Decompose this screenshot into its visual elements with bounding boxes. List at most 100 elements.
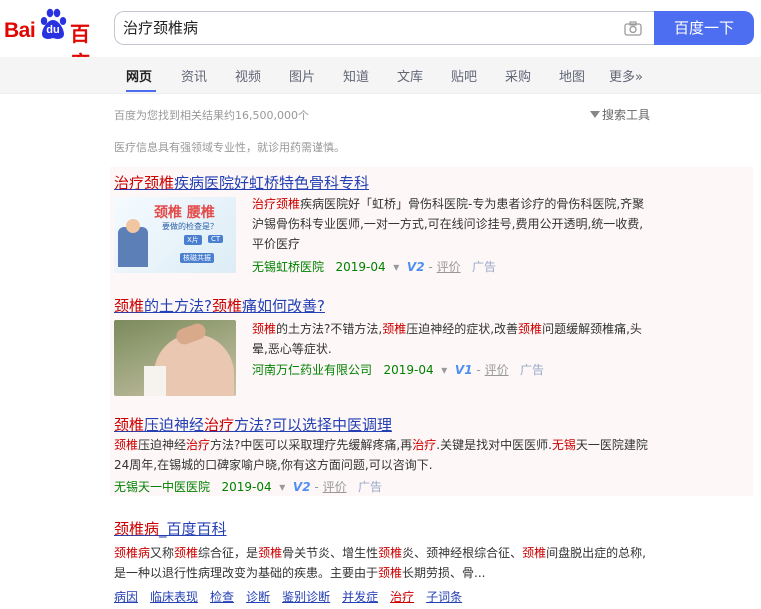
tab-video[interactable]: 视频 [235, 66, 261, 85]
thumb-label-mri: 核磁共振 [180, 253, 214, 263]
result-1-ad-label: 广告 [472, 260, 497, 274]
desc-text: 骨关节炎、增生性 [282, 546, 379, 560]
tab-wenku[interactable]: 文库 [397, 66, 423, 85]
tab-map[interactable]: 地图 [559, 66, 585, 85]
search-box [114, 11, 654, 45]
highlight: 颈椎病 [114, 520, 160, 538]
highlight: 颈椎 [114, 438, 139, 452]
desc-text: 长期劳损、骨... [402, 566, 486, 580]
dropdown-arrow-icon[interactable]: ▾ [393, 260, 399, 274]
verify-badge-icon[interactable]: V2 [293, 480, 311, 494]
sublink-differential[interactable]: 鉴别诊断 [282, 590, 330, 604]
verify-badge-icon[interactable]: V1 [455, 363, 473, 377]
highlight: 治疗 [186, 438, 211, 452]
result-stats: 百度为您找到相关结果约16,500,000个 [114, 109, 309, 122]
sublink-exam[interactable]: 检查 [210, 590, 234, 604]
highlight: 颈椎 [211, 297, 242, 315]
desc-text: 疾病医院好「虹桥」骨伤科医院-专为患者诊疗的骨伤科医院,齐聚沪锡骨伤科专业医师,… [252, 197, 645, 251]
active-tab-indicator [126, 90, 156, 92]
highlight: 无锡 [551, 438, 576, 452]
thumb-label-ct: CT [208, 235, 224, 243]
result-4-description: 颈椎病又称颈椎综合征，是颈椎骨关节炎、增生性颈椎炎、颈神经根综合征、颈椎间盘脱出… [114, 543, 656, 583]
result-2-eval-link[interactable]: 评价 [485, 363, 509, 377]
sublink-cause[interactable]: 病因 [114, 590, 138, 604]
desc-text: 综合征，是 [198, 546, 259, 560]
thumb-head [126, 219, 140, 233]
search-tools-label: 搜索工具 [602, 108, 651, 122]
result-2-thumbnail[interactable] [114, 320, 236, 396]
desc-text: 压迫神经 [138, 438, 187, 452]
desc-text: 又称 [150, 546, 175, 560]
highlight: 颈椎 [518, 322, 543, 336]
separator: - [314, 480, 319, 494]
title-text: 痛如何改善? [242, 297, 325, 315]
result-1-site[interactable]: 无锡虹桥医院 [252, 260, 324, 274]
tab-web[interactable]: 网页 [126, 66, 152, 85]
highlight: 颈椎 [174, 546, 199, 560]
result-4-sublinks: 病因 临床表现 检查 诊断 鉴别诊断 并发症 治疗 子词条 [114, 586, 474, 605]
result-2-site[interactable]: 河南万仁药业有限公司 [252, 363, 372, 377]
result-3-site[interactable]: 无锡天一中医医院 [114, 480, 210, 494]
tab-images[interactable]: 图片 [289, 66, 315, 85]
title-text: 压迫神经 [144, 416, 205, 434]
logo-text-du: du [46, 24, 60, 36]
title-text: 疾病医院好虹桥特色骨科专科 [174, 174, 370, 192]
funnel-icon [590, 111, 600, 118]
tab-tieba[interactable]: 贴吧 [451, 66, 477, 85]
result-3-eval-link[interactable]: 评价 [323, 480, 347, 494]
thumb-subheading: 要做的检查是？ [162, 222, 218, 231]
highlight: 治疗颈椎 [114, 174, 175, 192]
search-button[interactable]: 百度一下 [654, 11, 754, 45]
thumb-shirt [144, 366, 166, 396]
highlight: 治疗 [204, 416, 235, 434]
highlight: 治疗颈椎 [252, 197, 301, 211]
result-3-ad-label: 广告 [358, 480, 383, 494]
tabs-bar: 网页 资讯 视频 图片 知道 文库 贴吧 采购 地图 更多» [0, 57, 761, 94]
result-1-title[interactable]: 治疗颈椎疾病医院好虹桥特色骨科专科 [114, 172, 369, 193]
result-3-title[interactable]: 颈椎压迫神经治疗方法?可以选择中医调理 [114, 414, 392, 435]
highlight: 颈椎 [382, 322, 407, 336]
tab-zhidao[interactable]: 知道 [343, 66, 369, 85]
dropdown-arrow-icon[interactable]: ▾ [441, 363, 447, 377]
search-tools-button[interactable]: 搜索工具 [590, 106, 650, 123]
desc-text: 压迫神经的症状,改善 [406, 322, 519, 336]
highlight: 颈椎 [114, 297, 145, 315]
result-4-title[interactable]: 颈椎病_百度百科 [114, 518, 227, 539]
highlight: 颈椎病 [114, 546, 151, 560]
highlight: 颈椎 [378, 566, 403, 580]
result-3-description: 颈椎压迫神经治疗方法?中医可以采取理疗先缓解疼痛,再治疗.关键是找对中医医师.无… [114, 435, 656, 475]
highlight: 治疗 [412, 438, 437, 452]
sublink-subentry[interactable]: 子词条 [426, 590, 462, 604]
highlight: 颈椎 [252, 322, 277, 336]
highlight: 颈椎 [522, 546, 547, 560]
result-2-description: 颈椎的土方法?不错方法,颈椎压迫神经的症状,改善颈椎问题缓解颈椎痛,头晕,恶心等… [252, 319, 652, 359]
verify-badge-icon[interactable]: V2 [407, 260, 425, 274]
sublink-complications[interactable]: 并发症 [342, 590, 378, 604]
highlight: 颈椎 [114, 416, 145, 434]
result-1-footer: 无锡虹桥医院 2019-04 ▾ V2 - 评价 广告 [252, 258, 496, 275]
result-1-thumbnail[interactable]: 颈椎 腰椎 要做的检查是？ X片 CT 核磁共振 [114, 197, 236, 273]
desc-text: .关键是找对中医医师. [436, 438, 552, 452]
tab-more[interactable]: 更多» [609, 66, 643, 85]
title-text: 方法?可以选择中医调理 [234, 416, 393, 434]
thumb-person [118, 227, 148, 267]
baidu-logo[interactable]: Bai du 百度 [4, 6, 106, 75]
sublink-symptoms[interactable]: 临床表现 [150, 590, 198, 604]
logo-text-bai: Bai [4, 19, 36, 42]
tab-purchase[interactable]: 采购 [505, 66, 531, 85]
result-3-date: 2019-04 [221, 480, 272, 494]
tab-news[interactable]: 资讯 [181, 66, 207, 85]
highlight: 颈椎 [258, 546, 283, 560]
desc-text: 的土方法?不错方法, [276, 322, 383, 336]
result-1-date: 2019-04 [335, 260, 386, 274]
thumb-label-x: X片 [184, 235, 202, 245]
result-1-description: 治疗颈椎疾病医院好「虹桥」骨伤科医院-专为患者诊疗的骨伤科医院,齐聚沪锡骨伤科专… [252, 194, 652, 254]
sublink-treatment[interactable]: 治疗 [390, 590, 414, 604]
sublink-diagnosis[interactable]: 诊断 [246, 590, 270, 604]
result-2-title[interactable]: 颈椎的土方法?颈椎痛如何改善? [114, 295, 325, 316]
result-1-eval-link[interactable]: 评价 [437, 260, 461, 274]
search-input[interactable] [123, 18, 603, 36]
dropdown-arrow-icon[interactable]: ▾ [279, 480, 285, 494]
camera-icon[interactable] [624, 21, 642, 36]
result-3-footer: 无锡天一中医医院 2019-04 ▾ V2 - 评价 广告 [114, 478, 382, 495]
